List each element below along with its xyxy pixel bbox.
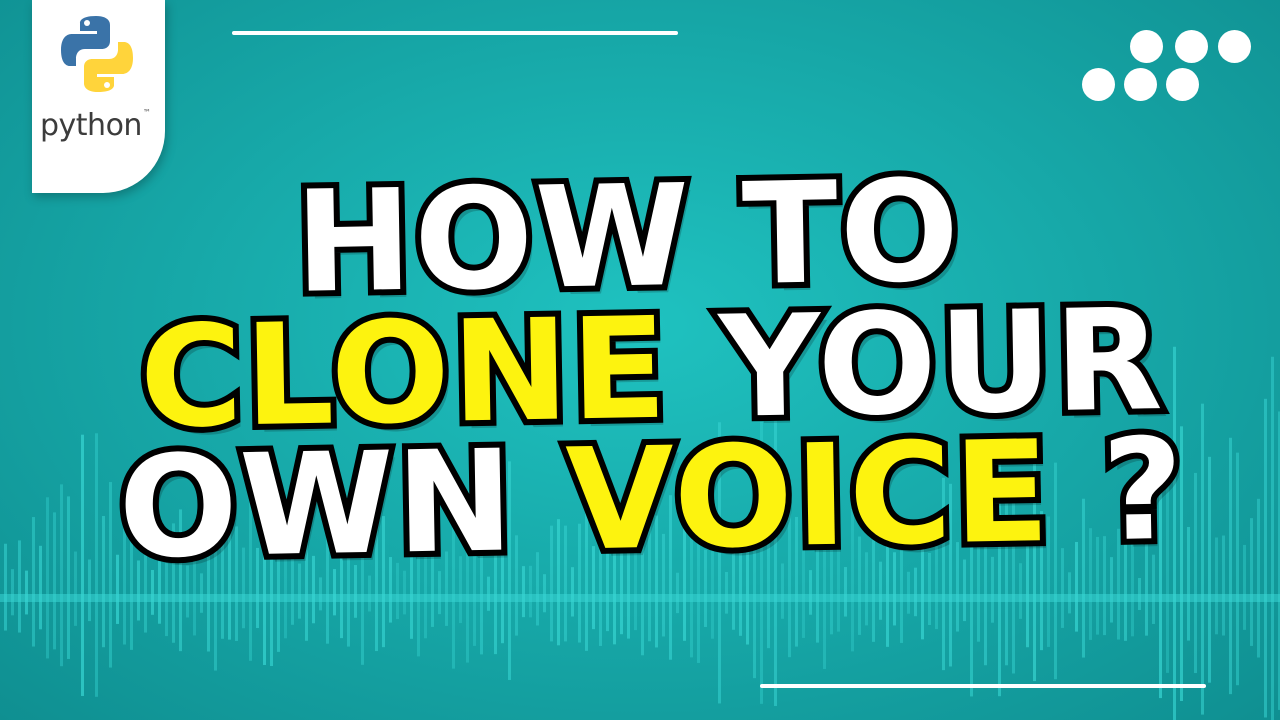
headline-word-voice: VOICE: [559, 405, 1059, 588]
headline: HOW TO CLONE YOUR OWN VOICE ?: [0, 0, 1280, 720]
headline-word-own: OWN: [111, 414, 522, 596]
thumbnail: python™ HOW TO CLONE YOUR OWN VOICE ?: [0, 0, 1280, 720]
headline-line-3: OWN VOICE ?: [11, 403, 1280, 597]
headline-question-mark: ?: [1095, 403, 1193, 579]
